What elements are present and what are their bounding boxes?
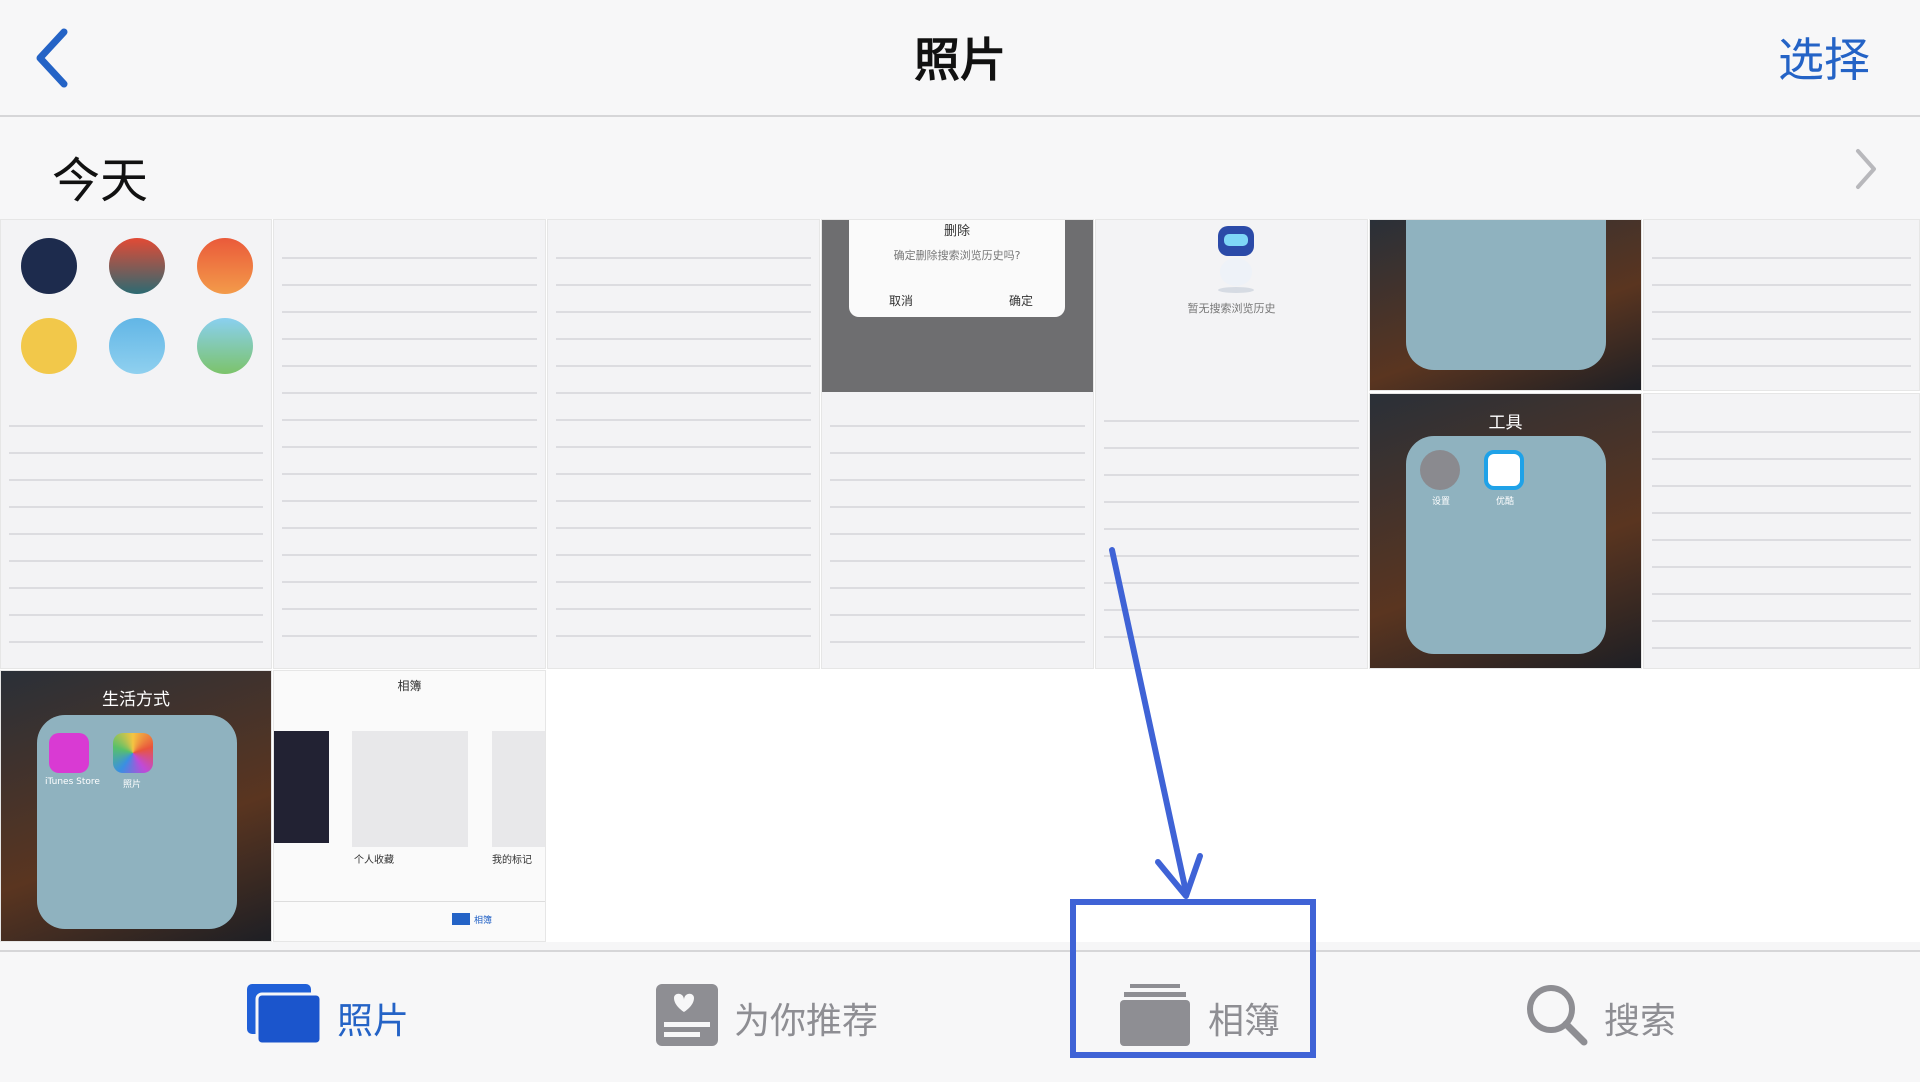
- album-cover: [352, 731, 468, 847]
- photo-thumbnail[interactable]: 相簿 个人收藏 我的标记 相簿: [273, 670, 546, 942]
- app-label: 设置: [1432, 497, 1451, 507]
- folder: [1406, 220, 1606, 370]
- photo-thumbnail[interactable]: [0, 219, 272, 669]
- photos-icon: [247, 984, 323, 1046]
- sunset-icon: [109, 238, 165, 294]
- youku-icon: [1484, 450, 1524, 490]
- photo-thumbnail[interactable]: 暂无搜索浏览历史: [1095, 219, 1368, 669]
- tab-for-you[interactable]: 为你推荐: [654, 982, 894, 1052]
- delete-dialog: 删除 确定删除搜索浏览历史吗? 取消 确定: [849, 220, 1065, 317]
- divider: [274, 901, 545, 902]
- itunes-store-icon: [49, 733, 89, 773]
- dialog-message: 确定删除搜索浏览历史吗?: [893, 249, 1021, 262]
- album-cover: [274, 731, 329, 843]
- photo-thumbnail[interactable]: [273, 219, 546, 669]
- app-label: 优酷: [1496, 497, 1515, 507]
- tab-label: 为你推荐: [734, 1001, 879, 1042]
- robot-icon: [1218, 226, 1254, 293]
- city-icon: [109, 318, 165, 374]
- photo-thumbnail[interactable]: [1643, 219, 1920, 391]
- settings-list: [1652, 406, 1911, 656]
- dialog-confirm: 确定: [1009, 294, 1034, 308]
- albums-icon: [1120, 984, 1190, 1046]
- album-page-title: 相簿: [397, 679, 422, 693]
- app-label: iTunes Store: [45, 777, 100, 787]
- photo-thumbnail[interactable]: 生活方式 iTunes Store 照片: [0, 670, 272, 942]
- dialog-cancel: 取消: [889, 294, 914, 308]
- photo-grid: 生活方式 iTunes Store 照片 相簿 个人收藏 我的标记 相簿 删除 …: [0, 219, 1920, 942]
- photo-thumbnail[interactable]: 删除 确定删除搜索浏览历史吗? 取消 确定: [821, 219, 1094, 669]
- select-button[interactable]: 选择: [1778, 24, 1870, 90]
- moon-icon: [21, 238, 77, 294]
- tab-label: 相簿: [474, 916, 493, 926]
- photo-thumbnail[interactable]: [547, 219, 820, 669]
- tab-photos[interactable]: 照片: [245, 982, 415, 1052]
- folder-title: 工具: [1488, 413, 1523, 433]
- folder: 设置 优酷: [1406, 436, 1606, 654]
- albums-icon: [452, 913, 470, 925]
- album-name: 我的标记: [492, 855, 532, 866]
- settings-list: [1652, 232, 1911, 378]
- search-icon: [1527, 985, 1588, 1046]
- tab-albums[interactable]: 相簿: [1118, 982, 1288, 1052]
- section-title: 今天: [52, 153, 149, 209]
- settings-list: [1104, 395, 1359, 656]
- settings-list: [830, 400, 1085, 656]
- navigation-bar: 照片 选择: [0, 0, 1920, 117]
- tab-search[interactable]: 搜索: [1524, 982, 1694, 1052]
- for-you-icon: [656, 984, 718, 1046]
- settings-app-icon: [1420, 450, 1460, 490]
- sun-cloud-icon: [21, 318, 77, 374]
- album-name: 个人收藏: [354, 855, 394, 866]
- tab-bar: 照片 为你推荐 相簿 搜索: [0, 950, 1920, 1082]
- sun-icon: [197, 238, 253, 294]
- section-header-today[interactable]: 今天: [0, 117, 1920, 219]
- landscape-icon: [197, 318, 253, 374]
- album-cover: [492, 731, 545, 847]
- settings-list: [282, 232, 537, 656]
- photo-thumbnail[interactable]: 工具 设置 优酷: [1369, 393, 1642, 669]
- folder: iTunes Store 照片: [37, 715, 237, 929]
- tab-label: 照片: [337, 1001, 410, 1042]
- folder-title: 生活方式: [102, 690, 170, 710]
- settings-list: [9, 400, 263, 656]
- tab-label: 搜索: [1604, 1001, 1677, 1042]
- search-history-list: [556, 232, 811, 656]
- app-label: 照片: [123, 780, 142, 790]
- dialog-title: 删除: [943, 224, 970, 239]
- page-title: 照片: [914, 33, 1006, 87]
- tab-label: 相簿: [1208, 1001, 1281, 1042]
- chevron-right-icon: [1856, 149, 1876, 189]
- photo-thumbnail[interactable]: [1369, 219, 1642, 391]
- photos-app-icon: [113, 733, 153, 773]
- photo-thumbnail[interactable]: [1643, 393, 1920, 669]
- empty-state-caption: 暂无搜索浏览历史: [1187, 302, 1276, 315]
